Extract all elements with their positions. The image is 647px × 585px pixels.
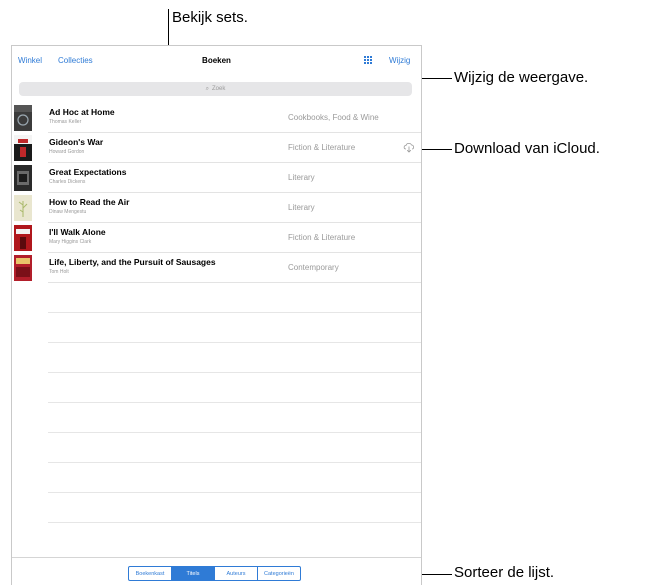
empty-row-divider: [48, 372, 421, 373]
empty-row-divider: [48, 312, 421, 313]
book-row[interactable]: Life, Liberty, and the Pursuit of Sausag…: [12, 253, 421, 283]
grid-view-icon[interactable]: [364, 56, 373, 65]
search-icon: ⌕: [205, 85, 210, 92]
book-category: Fiction & Literature: [288, 143, 356, 152]
book-category: Fiction & Literature: [288, 233, 356, 242]
empty-row-divider: [48, 402, 421, 403]
book-cover: [14, 165, 32, 191]
icloud-download-icon[interactable]: [403, 142, 415, 153]
book-title: Gideon's War: [49, 137, 104, 147]
callout-change-view: Wijzig de weergave.: [454, 69, 589, 86]
book-category: Cookbooks, Food & Wine: [288, 113, 379, 122]
book-category: Literary: [288, 173, 315, 182]
book-author: Tom Holt: [49, 269, 69, 275]
book-author: Charles Dickens: [49, 179, 86, 185]
book-title: Great Expectations: [49, 167, 127, 177]
book-row[interactable]: Gideon's War Howard Gordon Fiction & Lit…: [12, 133, 421, 163]
page-title: Boeken: [202, 56, 231, 65]
callout-view-sets: Bekijk sets.: [172, 9, 248, 26]
book-author: Dinaw Mengestu: [49, 209, 87, 215]
segment-titles[interactable]: Titels: [172, 567, 215, 580]
book-title: Life, Liberty, and the Pursuit of Sausag…: [49, 257, 216, 267]
callout-sort-list: Sorteer de lijst.: [454, 564, 555, 581]
empty-row-divider: [48, 462, 421, 463]
navigation-bar: Winkel Collecties Boeken Wijzig: [12, 46, 421, 74]
book-cover: [14, 225, 32, 251]
search-placeholder: Zoek: [212, 86, 226, 92]
empty-row-divider: [48, 342, 421, 343]
sort-segmented-control: Boekenkast Titels Auteurs Categorieën: [128, 566, 301, 581]
edit-button[interactable]: Wijzig: [389, 56, 410, 65]
empty-row-divider: [48, 432, 421, 433]
search-field[interactable]: ⌕ Zoek: [19, 82, 412, 96]
book-category: Literary: [288, 203, 315, 212]
segment-bookshelf[interactable]: Boekenkast: [129, 567, 172, 580]
book-category: Contemporary: [288, 263, 339, 272]
ibooks-screen: Winkel Collecties Boeken Wijzig ⌕ Zoek A…: [11, 45, 422, 585]
book-author: Mary Higgins Clark: [49, 239, 92, 245]
book-author: Howard Gordon: [49, 149, 85, 155]
book-row[interactable]: I'll Walk Alone Mary Higgins Clark Ficti…: [12, 223, 421, 253]
book-cover: [14, 135, 32, 161]
book-title: I'll Walk Alone: [49, 227, 106, 237]
empty-row-divider: [48, 522, 421, 523]
book-row[interactable]: Ad Hoc at Home Thomas Keller Cookbooks, …: [12, 103, 421, 133]
empty-row-divider: [48, 492, 421, 493]
book-cover: [14, 105, 32, 131]
book-author: Thomas Keller: [49, 119, 82, 125]
book-title: Ad Hoc at Home: [49, 107, 115, 117]
book-cover: [14, 255, 32, 281]
book-title: How to Read the Air: [49, 197, 130, 207]
callout-download-icloud: Download van iCloud.: [454, 140, 600, 157]
book-row[interactable]: Great Expectations Charles Dickens Liter…: [12, 163, 421, 193]
segment-authors[interactable]: Auteurs: [215, 567, 258, 580]
book-cover: [14, 195, 32, 221]
toolbar-divider: [12, 557, 421, 558]
book-row[interactable]: How to Read the Air Dinaw Mengestu Liter…: [12, 193, 421, 223]
segment-categories[interactable]: Categorieën: [258, 567, 300, 580]
